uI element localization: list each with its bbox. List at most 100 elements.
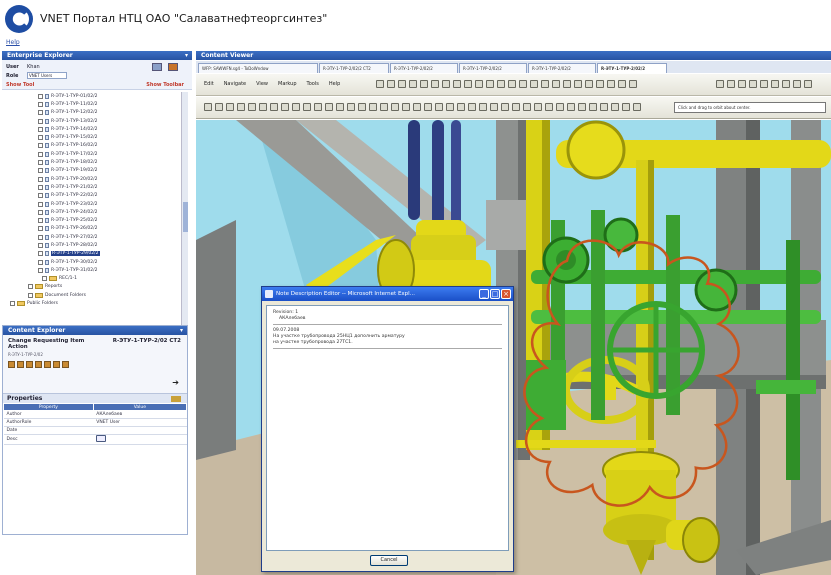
tree-item[interactable]: R-ЭТУ-1-ТУР-24/02/2 bbox=[2, 208, 188, 216]
tool-icon[interactable] bbox=[281, 103, 289, 111]
tree-item[interactable]: R-ЭТУ-1-ТУР-13/02/2 bbox=[2, 117, 188, 125]
menu-markup[interactable]: Markup bbox=[278, 81, 297, 87]
tool-icon[interactable] bbox=[611, 103, 619, 111]
tool-icon[interactable] bbox=[391, 103, 399, 111]
tool-icon[interactable] bbox=[596, 80, 604, 88]
close-icon[interactable]: × bbox=[501, 289, 511, 299]
tool-icon[interactable] bbox=[226, 103, 234, 111]
checkbox[interactable] bbox=[38, 151, 43, 157]
tab-document[interactable]: R-ЭТУ-1-ТУР-2/02/2 СТ2 bbox=[319, 63, 389, 73]
tool-icon[interactable] bbox=[468, 103, 476, 111]
tool-icon[interactable] bbox=[727, 80, 735, 88]
action-icon[interactable] bbox=[35, 361, 42, 368]
action-icon[interactable] bbox=[44, 361, 51, 368]
checkbox[interactable] bbox=[38, 135, 43, 141]
tool-icon[interactable] bbox=[618, 80, 626, 88]
tool-icon[interactable] bbox=[204, 103, 212, 111]
tool-icon[interactable] bbox=[523, 103, 531, 111]
menu-help-viewer[interactable]: Help bbox=[329, 81, 340, 87]
tool-icon[interactable] bbox=[409, 80, 417, 88]
action-icon[interactable] bbox=[62, 361, 69, 368]
tool-icon[interactable] bbox=[303, 103, 311, 111]
tool-icon[interactable] bbox=[490, 103, 498, 111]
action-icon[interactable] bbox=[26, 361, 33, 368]
checkbox[interactable] bbox=[38, 234, 43, 240]
checkbox[interactable] bbox=[38, 259, 43, 265]
tree-item[interactable]: R-ЭТУ-1-ТУР-17/02/2 bbox=[2, 150, 188, 158]
tool-icon[interactable] bbox=[738, 80, 746, 88]
tree-item[interactable]: R-ЭТУ-1-ТУР-27/02/2 bbox=[2, 233, 188, 241]
checkbox[interactable] bbox=[38, 93, 43, 99]
tool-icon[interactable] bbox=[420, 80, 428, 88]
tool-icon[interactable] bbox=[369, 103, 377, 111]
tool-icon[interactable] bbox=[716, 80, 724, 88]
action-icon[interactable] bbox=[53, 361, 60, 368]
tool-icon[interactable] bbox=[292, 103, 300, 111]
tool-icon[interactable] bbox=[479, 103, 487, 111]
action-icon[interactable] bbox=[17, 361, 24, 368]
tree-vertical-scrollbar[interactable] bbox=[181, 92, 188, 336]
tool-icon[interactable] bbox=[435, 103, 443, 111]
checkbox[interactable] bbox=[38, 126, 43, 132]
tree-item[interactable]: R-ЭТУ-1-ТУР-18/02/2 bbox=[2, 158, 188, 166]
tool-icon[interactable] bbox=[530, 80, 538, 88]
tool-icon[interactable] bbox=[793, 80, 801, 88]
tool-icon[interactable] bbox=[376, 80, 384, 88]
tree-folder[interactable]: Reports bbox=[2, 283, 188, 291]
tool-icon[interactable] bbox=[486, 80, 494, 88]
tool-icon[interactable] bbox=[442, 80, 450, 88]
tab-document[interactable]: R-ЭТУ-1-ТУР-2/02/2 bbox=[390, 63, 458, 73]
tool-icon[interactable] bbox=[501, 103, 509, 111]
tool-icon[interactable] bbox=[259, 103, 267, 111]
expand-toggle[interactable] bbox=[10, 301, 15, 307]
show-toolbar-link[interactable]: Show Toolbar bbox=[146, 82, 184, 88]
tree-item[interactable]: R-ЭТУ-1-ТУР-12/02/2 bbox=[2, 109, 188, 117]
menu-navigate[interactable]: Navigate bbox=[224, 81, 246, 87]
tab-document[interactable]: WFP: SAWWFN.sg4 - ToDoWndow bbox=[198, 63, 318, 73]
tool-icon[interactable] bbox=[215, 103, 223, 111]
checkbox[interactable] bbox=[38, 251, 43, 257]
tree-item[interactable]: R-ЭТУ-1-ТУР-30/02/2 bbox=[2, 258, 188, 266]
tool-icon[interactable] bbox=[589, 103, 597, 111]
tree-item[interactable]: R-ЭТУ-1-ТУР-21/02/2 bbox=[2, 183, 188, 191]
tool-icon[interactable] bbox=[578, 103, 586, 111]
checkbox[interactable] bbox=[38, 218, 43, 224]
minimize-icon[interactable]: _ bbox=[479, 289, 489, 299]
tool-icon[interactable] bbox=[749, 80, 757, 88]
tree-item[interactable]: R-ЭТУ-1-ТУР-23/02/2 bbox=[2, 200, 188, 208]
tool-icon[interactable] bbox=[574, 80, 582, 88]
collapse-icon[interactable]: ▾ bbox=[180, 326, 183, 335]
edit-desc-button[interactable] bbox=[96, 435, 107, 442]
tree-item[interactable]: R-ЭТУ-1-ТУР-26/02/2 bbox=[2, 225, 188, 233]
tree-item[interactable]: R-ЭТУ-1-ТУР-31/02/2 bbox=[2, 266, 188, 274]
tool-icon[interactable] bbox=[270, 103, 278, 111]
tool-icon[interactable] bbox=[475, 80, 483, 88]
checkbox[interactable] bbox=[38, 242, 43, 248]
tree-item[interactable]: R-ЭТУ-1-ТУР-01/02/2 bbox=[2, 92, 188, 100]
tree-item[interactable]: R-ЭТУ-1-ТУР-19/02/2 bbox=[2, 167, 188, 175]
tool-icon[interactable] bbox=[497, 80, 505, 88]
tool-icon[interactable] bbox=[347, 103, 355, 111]
tool-icon[interactable] bbox=[519, 80, 527, 88]
menu-edit[interactable]: Edit bbox=[204, 81, 214, 87]
tool-icon[interactable] bbox=[464, 80, 472, 88]
search-icon[interactable] bbox=[152, 63, 162, 71]
tool-icon[interactable] bbox=[622, 103, 630, 111]
tool-icon[interactable] bbox=[567, 103, 575, 111]
tab-document-active[interactable]: R-ЭТУ-1-ТУР-2/02/2 bbox=[597, 63, 667, 73]
tool-icon[interactable] bbox=[563, 80, 571, 88]
tree-item[interactable]: R-ЭТУ-1-ТУР-20/02/2 bbox=[2, 175, 188, 183]
show-tool-link[interactable]: Show Tool bbox=[6, 82, 34, 88]
tools-icon[interactable] bbox=[168, 63, 178, 71]
checkbox[interactable] bbox=[38, 118, 43, 124]
tool-icon[interactable] bbox=[314, 103, 322, 111]
checkbox[interactable] bbox=[38, 184, 43, 190]
checkbox[interactable] bbox=[38, 160, 43, 166]
tool-icon[interactable] bbox=[380, 103, 388, 111]
expand-toggle[interactable] bbox=[28, 284, 33, 290]
tool-icon[interactable] bbox=[512, 103, 520, 111]
tool-icon[interactable] bbox=[248, 103, 256, 111]
tool-icon[interactable] bbox=[771, 80, 779, 88]
tool-icon[interactable] bbox=[552, 80, 560, 88]
tool-icon[interactable] bbox=[633, 103, 641, 111]
